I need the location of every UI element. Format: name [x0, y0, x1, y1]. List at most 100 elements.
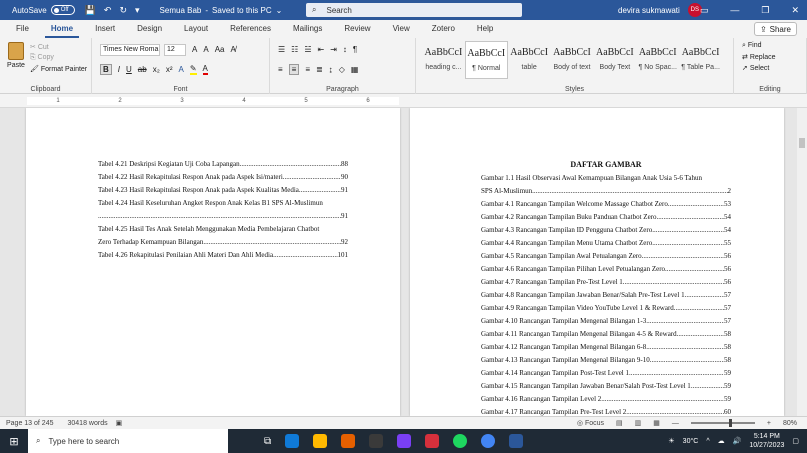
highlight-icon[interactable]: ✎: [189, 64, 197, 75]
replace-button[interactable]: ⇄ Replace: [742, 53, 776, 61]
list-item[interactable]: Gambar 4.13 Rancangan Tampilan Mengenal …: [481, 354, 731, 367]
zoom-in-icon[interactable]: +: [767, 420, 771, 427]
tab-zotero[interactable]: Zotero: [426, 20, 461, 38]
app-icon[interactable]: [369, 434, 384, 448]
strikethrough-button[interactable]: ab: [138, 65, 147, 74]
list-item[interactable]: Gambar 4.2 Rancangan Tampilan Buku Pandu…: [481, 211, 731, 224]
style-item[interactable]: AaBbCcI heading c...: [422, 41, 465, 79]
align-left-icon[interactable]: ≡: [278, 65, 283, 74]
subscript-button[interactable]: x₂: [153, 65, 160, 74]
zoom-out-icon[interactable]: —: [672, 420, 679, 427]
zoom-slider[interactable]: [690, 419, 755, 427]
find-button[interactable]: ⌕ Find: [742, 42, 776, 50]
list-item[interactable]: Gambar 4.17 Rancangan Tampilan Pre-Test …: [481, 406, 731, 416]
list-item[interactable]: Gambar 1.1 Hasil Observasi Awal Kemampua…: [481, 172, 731, 185]
firefox-icon[interactable]: [341, 434, 356, 448]
list-item[interactable]: Gambar 4.14 Rancangan Tampilan Post-Test…: [481, 367, 731, 380]
clock[interactable]: 5:14 PM 10/27/2023: [749, 432, 784, 450]
edge-icon[interactable]: [285, 434, 300, 448]
increase-indent-icon[interactable]: ⇥: [330, 45, 337, 54]
decrease-indent-icon[interactable]: ⇤: [318, 45, 325, 54]
user-account[interactable]: devira sukmawati DS: [618, 0, 702, 20]
cut-button[interactable]: ✂ Cut: [30, 43, 87, 51]
vertical-scrollbar[interactable]: [797, 108, 807, 416]
horizontal-ruler[interactable]: 1 2 3 4 5 6: [0, 94, 807, 108]
line-spacing-icon[interactable]: ↨: [329, 65, 333, 74]
style-item[interactable]: AaBbCcI ¶ Table Pa...: [679, 41, 722, 79]
word-count[interactable]: 30418 words: [68, 420, 108, 427]
tab-home[interactable]: Home: [44, 20, 80, 38]
list-item[interactable]: 91: [98, 210, 348, 223]
numbering-icon[interactable]: ☷: [291, 45, 298, 54]
list-item[interactable]: SPS Al-Muslimun 2: [481, 185, 731, 198]
copy-button[interactable]: ⎘ Copy: [30, 54, 87, 62]
autosave-control[interactable]: AutoSave Off: [12, 5, 75, 15]
format-painter-button[interactable]: 🖌 Format Painter: [30, 65, 87, 73]
list-item[interactable]: Gambar 4.16 Rancangan Tampilan Level 2 59: [481, 393, 731, 406]
align-right-icon[interactable]: ≡: [305, 65, 310, 74]
paste-button[interactable]: Paste: [6, 42, 26, 69]
task-view-icon[interactable]: ⧉: [264, 436, 271, 447]
print-layout-icon[interactable]: ▥: [635, 419, 642, 427]
list-item[interactable]: Gambar 4.3 Rancangan Tampilan ID Penggun…: [481, 224, 731, 237]
read-mode-icon[interactable]: ▤: [616, 419, 623, 427]
word-icon[interactable]: [509, 434, 524, 448]
list-item[interactable]: Gambar 4.7 Rancangan Tampilan Pre-Test L…: [481, 276, 731, 289]
close-icon[interactable]: ✕: [791, 5, 799, 16]
tab-help[interactable]: Help: [471, 20, 499, 38]
list-item[interactable]: Tabel 4.22 Hasil Rekapitulasi Respon Ana…: [98, 171, 348, 184]
taskbar-search[interactable]: ⌕ Type here to search: [28, 429, 228, 453]
focus-button[interactable]: ◎ Focus: [577, 419, 604, 427]
list-item[interactable]: Gambar 4.9 Rancangan Tampilan Video YouT…: [481, 302, 731, 315]
font-color-icon[interactable]: A: [202, 64, 208, 75]
list-item[interactable]: Gambar 4.8 Rancangan Tampilan Jawaban Be…: [481, 289, 731, 302]
zoom-slider-knob[interactable]: [729, 419, 733, 427]
document-title[interactable]: Semua Bab - Saved to this PC ⌄: [160, 6, 283, 15]
font-name-select[interactable]: Times New Roma: [100, 44, 160, 56]
undo-icon[interactable]: ↶: [104, 5, 112, 16]
windows-start-icon[interactable]: ⊞: [0, 435, 28, 448]
network-icon[interactable]: ☁: [718, 437, 725, 445]
justify-icon[interactable]: ≣: [316, 65, 323, 74]
minimize-icon[interactable]: —: [730, 5, 739, 15]
grow-font-icon[interactable]: A: [192, 45, 197, 54]
proofing-icon[interactable]: ▣: [116, 419, 123, 427]
list-item[interactable]: Gambar 4.1 Rancangan Tampilan Welcome Ma…: [481, 198, 731, 211]
select-button[interactable]: ➚ Select: [742, 64, 776, 72]
chrome-icon[interactable]: [481, 434, 496, 448]
spotify-icon[interactable]: [453, 434, 468, 448]
list-item[interactable]: Tabel 4.23 Hasil Rekapitulasi Respon Ana…: [98, 184, 348, 197]
notifications-icon[interactable]: ▢: [792, 437, 799, 445]
shading-icon[interactable]: ◇: [339, 65, 345, 74]
shrink-font-icon[interactable]: A: [203, 45, 208, 54]
document-page-right[interactable]: DAFTAR GAMBAR Gambar 1.1 Hasil Observasi…: [410, 108, 784, 416]
tab-mailings[interactable]: Mailings: [287, 20, 328, 38]
font-size-select[interactable]: 12: [164, 44, 186, 56]
page-count[interactable]: Page 13 of 245: [6, 420, 54, 427]
list-item[interactable]: Zero Terhadap Kemampuan Bilangan 92: [98, 236, 348, 249]
temperature[interactable]: 30°C: [683, 438, 699, 445]
style-item[interactable]: AaBbCcI table: [508, 41, 551, 79]
tab-layout[interactable]: Layout: [178, 20, 214, 38]
web-layout-icon[interactable]: ▦: [653, 419, 660, 427]
tab-design[interactable]: Design: [131, 20, 168, 38]
style-item[interactable]: AaBbCcI Body of text: [551, 41, 594, 79]
list-item[interactable]: Gambar 4.5 Rancangan Tampilan Awal Petua…: [481, 250, 731, 263]
volume-icon[interactable]: 🔊: [733, 437, 742, 445]
weather-icon[interactable]: ☀: [668, 437, 674, 445]
list-item[interactable]: Gambar 4.12 Rancangan Tampilan Mengenal …: [481, 341, 731, 354]
italic-button[interactable]: I: [118, 65, 120, 74]
align-center-icon[interactable]: ≡: [288, 64, 300, 75]
bullets-icon[interactable]: ☰: [278, 45, 285, 54]
change-case-icon[interactable]: Aa: [215, 45, 225, 54]
save-icon[interactable]: 💾: [85, 5, 96, 16]
style-item[interactable]: AaBbCcI ¶ No Spac...: [636, 41, 679, 79]
multilevel-list-icon[interactable]: ☱: [304, 45, 311, 54]
customize-qat-icon[interactable]: ▾: [135, 5, 140, 16]
list-item[interactable]: Tabel 4.24 Hasil Keseluruhan Angket Resp…: [98, 197, 348, 210]
tab-references[interactable]: References: [224, 20, 277, 38]
clear-formatting-icon[interactable]: A̸: [230, 45, 235, 54]
list-item[interactable]: Tabel 4.21 Deskripsi Kegiatan Uji Coba L…: [98, 158, 348, 171]
underline-button[interactable]: U: [126, 65, 132, 74]
style-item[interactable]: AaBbCcI Body Text: [593, 41, 636, 79]
